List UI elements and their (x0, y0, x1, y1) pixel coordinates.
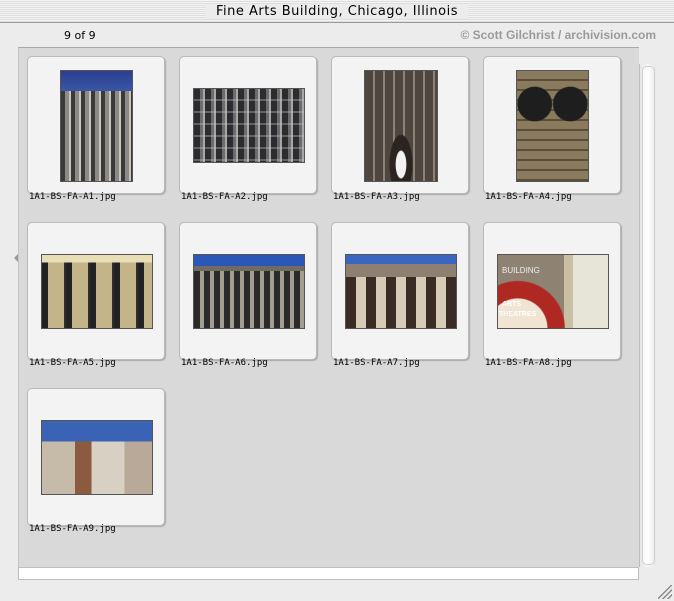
horizontal-scrollbar[interactable] (18, 567, 639, 580)
thumbnail-item[interactable]: 1A1-BS-FA-A4.jpg (477, 50, 629, 206)
thumbnail-item[interactable]: 1A1-BS-FA-A2.jpg (173, 50, 325, 206)
thumbnail-grid: 1A1-BS-FA-A1.jpg 1A1-BS-FA-A2.jpg 1A1-BS… (18, 47, 639, 568)
photo-image[interactable] (193, 88, 305, 163)
thumbnail-filename: 1A1-BS-FA-A2.jpg (181, 192, 268, 202)
photo-image[interactable] (516, 70, 589, 182)
photo-image[interactable] (60, 70, 133, 182)
slide-frame[interactable] (179, 222, 317, 360)
thumbnail-item[interactable]: 1A1-BS-FA-A3.jpg (325, 50, 477, 206)
info-bar: 9 of 9 © Scott Gilchrist / archivision.c… (0, 23, 674, 47)
image-browser-window: Fine Arts Building, Chicago, Illinois 9 … (0, 0, 674, 601)
photo-image[interactable] (364, 70, 438, 182)
thumbnail-item[interactable]: 1A1-BS-FA-A1.jpg (21, 50, 173, 206)
thumbnail-item[interactable]: 1A1-BS-FA-A9.jpg (21, 382, 173, 538)
window-title: Fine Arts Building, Chicago, Illinois (205, 4, 468, 19)
vertical-scrollbar[interactable] (639, 64, 656, 567)
vertical-scroll-thumb[interactable] (642, 66, 655, 565)
slide-frame[interactable] (179, 56, 317, 194)
thumbnail-item[interactable]: 1A1-BS-FA-A7.jpg (325, 216, 477, 372)
photo-sign-theatres: THEATRES (499, 311, 537, 318)
title-bar[interactable]: Fine Arts Building, Chicago, Illinois (0, 0, 674, 23)
photo-sign-arts: ARTS (502, 301, 522, 308)
image-count: 9 of 9 (64, 29, 96, 42)
slide-frame[interactable]: BUILDING ARTS THEATRES (483, 222, 621, 360)
copyright-credit: © Scott Gilchrist / archivision.com (460, 28, 656, 42)
photo-image[interactable]: BUILDING ARTS THEATRES (497, 254, 609, 329)
thumbnail-filename: 1A1-BS-FA-A7.jpg (333, 358, 420, 368)
photo-image[interactable] (41, 254, 153, 329)
slide-frame[interactable] (27, 388, 165, 526)
photo-sign-building: BUILDING (502, 266, 540, 275)
photo-image[interactable] (41, 420, 153, 495)
photo-image[interactable] (193, 254, 305, 329)
thumbnail-item[interactable]: 1A1-BS-FA-A5.jpg (21, 216, 173, 372)
thumbnail-filename: 1A1-BS-FA-A4.jpg (485, 192, 572, 202)
slide-frame[interactable] (331, 56, 469, 194)
thumbnail-filename: 1A1-BS-FA-A9.jpg (29, 524, 116, 534)
thumbnail-item[interactable]: 1A1-BS-FA-A6.jpg (173, 216, 325, 372)
thumbnail-filename: 1A1-BS-FA-A3.jpg (333, 192, 420, 202)
slide-frame[interactable] (27, 56, 165, 194)
photo-image[interactable] (345, 254, 457, 329)
slide-frame[interactable] (331, 222, 469, 360)
thumbnail-filename: 1A1-BS-FA-A5.jpg (29, 358, 116, 368)
thumbnail-filename: 1A1-BS-FA-A6.jpg (181, 358, 268, 368)
thumbnail-filename: 1A1-BS-FA-A1.jpg (29, 192, 116, 202)
thumbnail-item[interactable]: BUILDING ARTS THEATRES 1A1-BS-FA-A8.jpg (477, 216, 629, 372)
slide-frame[interactable] (483, 56, 621, 194)
resize-grip-icon[interactable] (658, 585, 672, 599)
slide-frame[interactable] (27, 222, 165, 360)
thumbnail-filename: 1A1-BS-FA-A8.jpg (485, 358, 572, 368)
